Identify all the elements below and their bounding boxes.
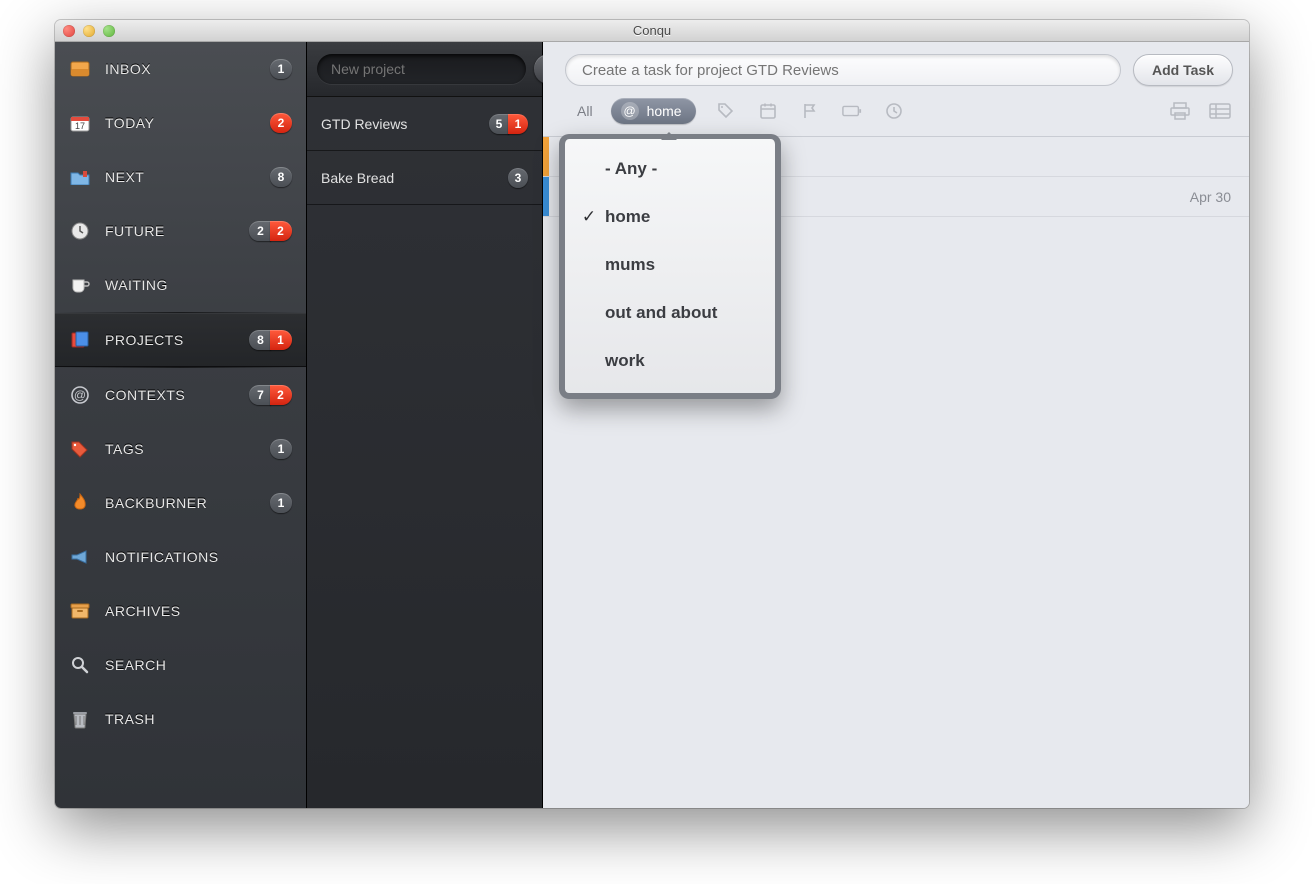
archive-icon — [69, 600, 91, 622]
sidebar-item-label: TRASH — [105, 711, 292, 727]
project-item-gtd-reviews[interactable]: GTD Reviews 5 1 — [307, 97, 542, 151]
count-badge: 1 — [270, 59, 292, 79]
calendar-today-icon: 17 — [69, 112, 91, 134]
time-filter-icon[interactable] — [884, 101, 904, 121]
sidebar-item-label: PROJECTS — [105, 332, 249, 348]
context-option-label: mums — [605, 255, 655, 275]
check-icon: ✓ — [579, 207, 599, 227]
count-badge: 2 — [249, 221, 271, 241]
trash-icon — [69, 708, 91, 730]
filter-bar: All @ home — [543, 94, 1249, 137]
titlebar: Conqu — [55, 20, 1249, 42]
sidebar-item-next[interactable]: NEXT 8 — [55, 150, 306, 204]
filter-all[interactable]: All — [573, 99, 597, 123]
count-badge: 1 — [270, 493, 292, 513]
context-option-label: - Any - — [605, 159, 657, 179]
clock-icon — [69, 220, 91, 242]
count-badge: 3 — [508, 168, 528, 188]
count-badge: 7 — [249, 385, 271, 405]
context-dropdown: - Any - ✓ home mums out and about work — [559, 134, 781, 399]
sidebar-item-label: TAGS — [105, 441, 270, 457]
project-item-bake-bread[interactable]: Bake Bread 3 — [307, 151, 542, 205]
date-filter-icon[interactable] — [758, 101, 778, 121]
count-badge: 1 — [270, 439, 292, 459]
context-option-mums[interactable]: mums — [565, 241, 775, 289]
sidebar-item-label: NOTIFICATIONS — [105, 549, 292, 565]
count-badge-overdue: 1 — [508, 114, 528, 134]
count-badge-overdue: 2 — [270, 221, 292, 241]
megaphone-icon — [69, 546, 91, 568]
inbox-icon — [69, 58, 91, 80]
project-item-label: Bake Bread — [321, 170, 508, 186]
tags-icon — [69, 438, 91, 460]
add-task-button[interactable]: Add Task — [1133, 54, 1233, 86]
context-option-home[interactable]: ✓ home — [565, 193, 775, 241]
sidebar-item-label: CONTEXTS — [105, 387, 249, 403]
folder-next-icon — [69, 166, 91, 188]
context-option-out-and-about[interactable]: out and about — [565, 289, 775, 337]
sidebar-item-label: SEARCH — [105, 657, 292, 673]
project-list-panel: Add GTD Reviews 5 1 Bake Bread 3 — [307, 42, 543, 808]
window-zoom-button[interactable] — [103, 25, 115, 37]
sidebar-item-label: TODAY — [105, 115, 270, 131]
svg-text:@: @ — [74, 388, 86, 402]
cup-icon — [69, 274, 91, 296]
context-option-label: out and about — [605, 303, 717, 323]
sidebar-item-label: BACKBURNER — [105, 495, 270, 511]
sidebar-item-inbox[interactable]: INBOX 1 — [55, 42, 306, 96]
flame-icon — [69, 492, 91, 514]
new-project-input[interactable] — [317, 54, 526, 84]
search-icon — [69, 654, 91, 676]
window-close-button[interactable] — [63, 25, 75, 37]
sidebar-item-future[interactable]: FUTURE 2 2 — [55, 204, 306, 258]
sidebar-item-search[interactable]: SEARCH — [55, 638, 306, 692]
at-icon: @ — [621, 102, 639, 120]
context-filter-label: home — [647, 103, 682, 119]
context-option-label: home — [605, 207, 650, 227]
sidebar-item-label: INBOX — [105, 61, 270, 77]
project-item-label: GTD Reviews — [321, 116, 489, 132]
sidebar-item-projects[interactable]: PROJECTS 8 1 — [55, 313, 306, 367]
print-icon[interactable] — [1169, 102, 1191, 120]
main-panel: Add Task All @ home — [543, 42, 1249, 808]
sidebar-item-label: ARCHIVES — [105, 603, 292, 619]
projects-icon — [69, 329, 91, 351]
sidebar-item-label: WAITING — [105, 277, 292, 293]
sidebar-item-today[interactable]: 17 TODAY 2 — [55, 96, 306, 150]
task-priority-strip — [543, 177, 549, 216]
sidebar-item-tags[interactable]: TAGS 1 — [55, 422, 306, 476]
count-badge: 8 — [270, 167, 292, 187]
at-icon: @ — [69, 384, 91, 406]
count-badge: 8 — [249, 330, 271, 350]
svg-text:17: 17 — [75, 121, 85, 131]
new-task-input[interactable] — [565, 54, 1121, 86]
sidebar-item-label: NEXT — [105, 169, 270, 185]
sidebar-item-waiting[interactable]: WAITING — [55, 258, 306, 312]
context-option-any[interactable]: - Any - — [565, 145, 775, 193]
view-toggle-icon[interactable] — [1209, 102, 1231, 120]
tag-filter-icon[interactable] — [716, 101, 736, 121]
energy-filter-icon[interactable] — [842, 101, 862, 121]
sidebar-item-archives[interactable]: ARCHIVES — [55, 584, 306, 638]
flag-filter-icon[interactable] — [800, 101, 820, 121]
task-date: Apr 30 — [1190, 189, 1249, 205]
context-filter-chip[interactable]: @ home — [611, 98, 696, 124]
context-option-label: work — [605, 351, 645, 371]
task-priority-strip — [543, 137, 549, 176]
window-minimize-button[interactable] — [83, 25, 95, 37]
context-option-work[interactable]: work — [565, 337, 775, 385]
sidebar-item-contexts[interactable]: @ CONTEXTS 7 2 — [55, 368, 306, 422]
window-title: Conqu — [55, 23, 1249, 38]
sidebar: INBOX 1 17 TODAY 2 NEXT 8 — [55, 42, 307, 808]
sidebar-item-notifications[interactable]: NOTIFICATIONS — [55, 530, 306, 584]
sidebar-item-backburner[interactable]: BACKBURNER 1 — [55, 476, 306, 530]
sidebar-item-label: FUTURE — [105, 223, 249, 239]
app-window: Conqu INBOX 1 17 TODAY 2 — [55, 20, 1249, 808]
sidebar-item-trash[interactable]: TRASH — [55, 692, 306, 746]
count-badge: 5 — [489, 114, 509, 134]
count-badge-overdue: 1 — [270, 330, 292, 350]
count-badge: 2 — [270, 113, 292, 133]
count-badge-overdue: 2 — [270, 385, 292, 405]
